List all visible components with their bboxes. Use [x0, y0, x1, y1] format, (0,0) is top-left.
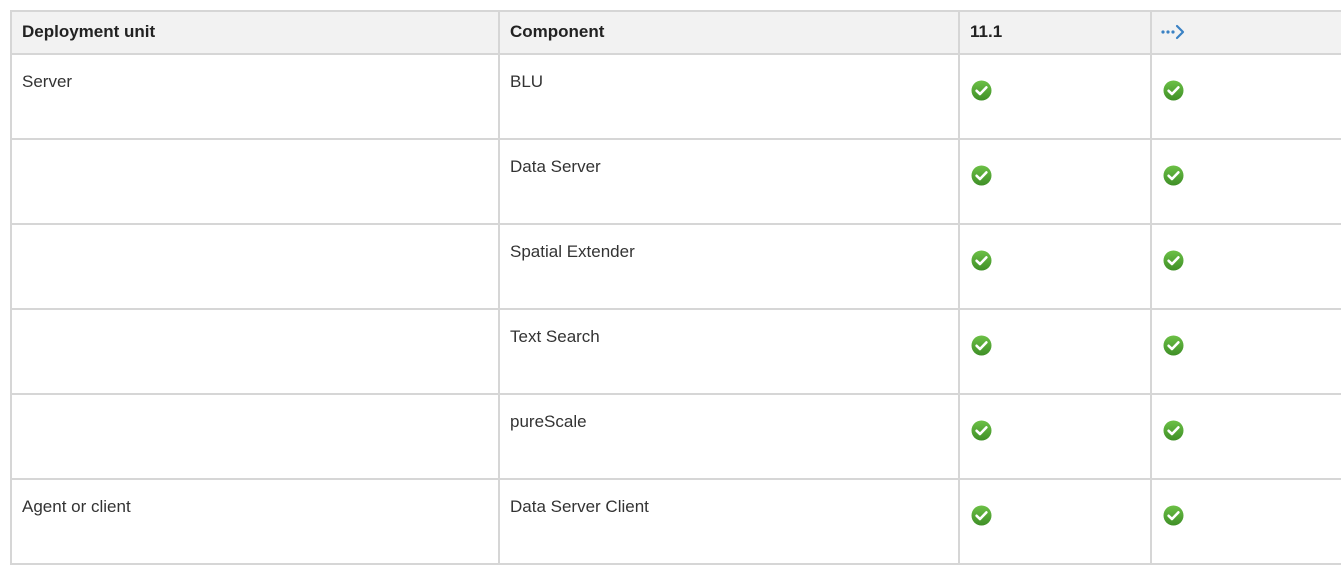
check-circle-icon — [1163, 505, 1184, 526]
check-circle-icon — [971, 165, 992, 186]
deployment-unit-cell — [10, 138, 500, 225]
component-text: Data Server — [510, 157, 601, 176]
deployment-unit-cell: Agent or client — [10, 478, 500, 565]
check-circle-icon — [1163, 335, 1184, 356]
table-row: Spatial Extender — [10, 223, 1341, 310]
check-circle-icon — [971, 420, 992, 441]
component-cell: pureScale — [498, 393, 960, 480]
header-version-label: 11.1 — [970, 22, 1003, 41]
deployment-unit-text: Agent or client — [22, 497, 131, 516]
check-circle-icon — [971, 250, 992, 271]
compatibility-table: Deployment unit Component 11.1 Server BL… — [10, 10, 1341, 565]
check-circle-icon — [1163, 80, 1184, 101]
table-header-row: Deployment unit Component 11.1 — [10, 10, 1341, 55]
deployment-unit-cell: Server — [10, 53, 500, 140]
check-circle-icon — [1163, 165, 1184, 186]
check-circle-icon — [971, 505, 992, 526]
deployment-unit-text — [12, 310, 498, 327]
version-support-cell — [958, 223, 1152, 310]
header-version: 11.1 — [958, 10, 1152, 55]
table-row: Data Server — [10, 138, 1341, 225]
header-component: Component — [498, 10, 960, 55]
next-version-support-cell — [1150, 223, 1341, 310]
component-text: Spatial Extender — [510, 242, 635, 261]
component-text: Text Search — [510, 327, 600, 346]
header-deployment-unit-label: Deployment unit — [22, 22, 156, 41]
version-support-cell — [958, 138, 1152, 225]
deployment-unit-cell — [10, 393, 500, 480]
header-deployment-unit: Deployment unit — [10, 10, 500, 55]
next-version-support-cell — [1150, 478, 1341, 565]
next-version-support-cell — [1150, 138, 1341, 225]
next-version-support-cell — [1150, 53, 1341, 140]
table-row: Agent or client Data Server Client — [10, 478, 1341, 565]
component-cell: Data Server — [498, 138, 960, 225]
deployment-unit-text — [12, 225, 498, 242]
deployment-unit-cell — [10, 223, 500, 310]
check-circle-icon — [971, 335, 992, 356]
component-cell: Data Server Client — [498, 478, 960, 565]
dotted-arrow-right-icon — [1161, 24, 1189, 40]
check-circle-icon — [971, 80, 992, 101]
header-next-version — [1150, 10, 1341, 55]
deployment-unit-text — [12, 395, 498, 412]
component-text: BLU — [510, 72, 544, 91]
table-row: Text Search — [10, 308, 1341, 395]
table-row: Server BLU — [10, 53, 1341, 140]
deployment-unit-text — [12, 140, 498, 157]
component-text: pureScale — [510, 412, 587, 431]
table-row: pureScale — [10, 393, 1341, 480]
component-cell: Spatial Extender — [498, 223, 960, 310]
next-version-support-cell — [1150, 393, 1341, 480]
check-circle-icon — [1163, 250, 1184, 271]
next-version-support-cell — [1150, 308, 1341, 395]
component-text: Data Server Client — [510, 497, 649, 516]
version-support-cell — [958, 53, 1152, 140]
component-cell: BLU — [498, 53, 960, 140]
version-support-cell — [958, 308, 1152, 395]
deployment-unit-cell — [10, 308, 500, 395]
component-cell: Text Search — [498, 308, 960, 395]
check-circle-icon — [1163, 420, 1184, 441]
version-support-cell — [958, 393, 1152, 480]
header-component-label: Component — [510, 22, 605, 41]
compatibility-table-container: Deployment unit Component 11.1 Server BL… — [10, 10, 1341, 577]
deployment-unit-text: Server — [22, 72, 73, 91]
version-support-cell — [958, 478, 1152, 565]
